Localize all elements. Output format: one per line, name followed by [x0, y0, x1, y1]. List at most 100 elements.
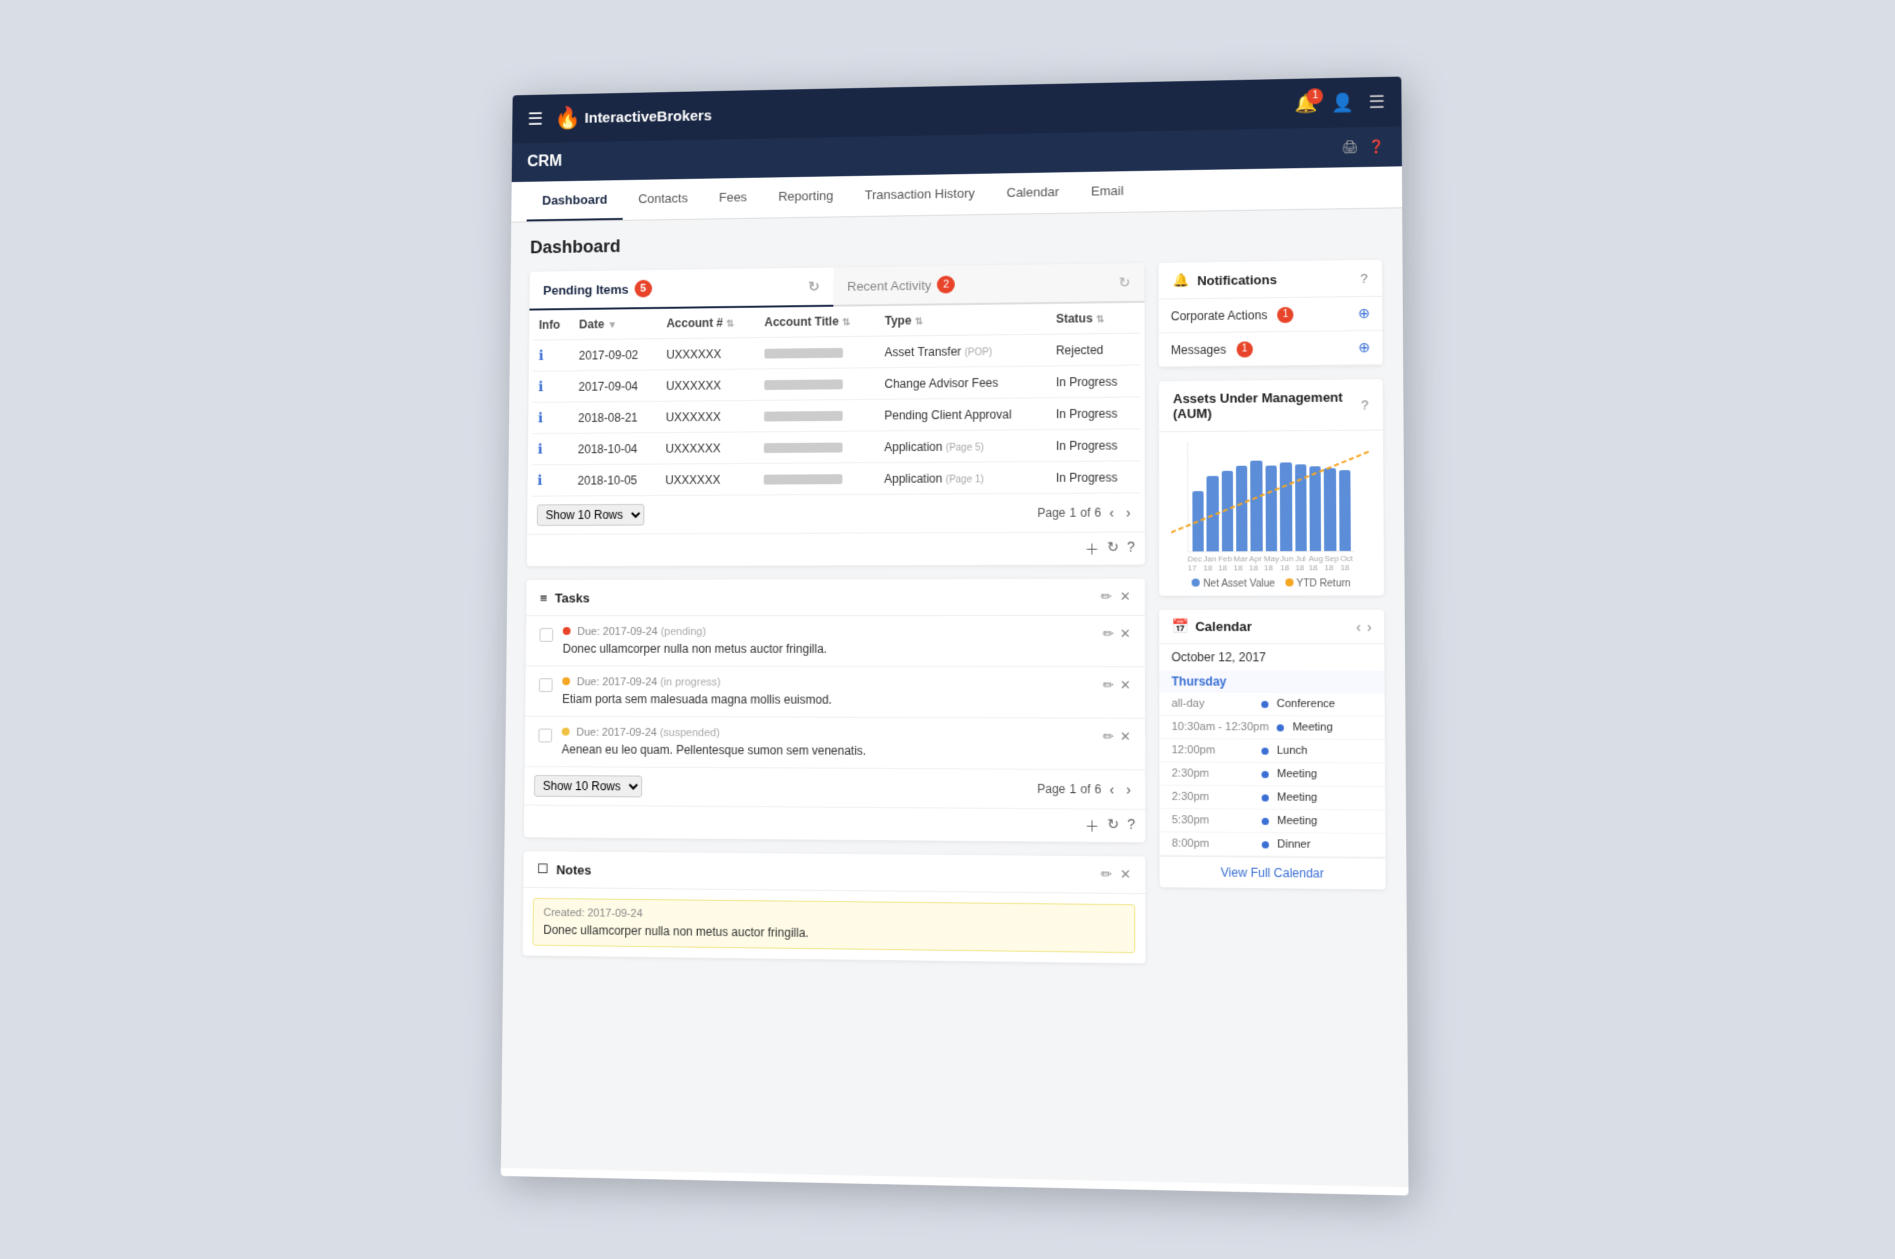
aum-bar-chart — [1187, 440, 1355, 552]
calendar-date: October 12, 2017 — [1159, 644, 1384, 671]
add-icon[interactable]: ＋ — [1084, 538, 1098, 558]
tasks-page-nav: Page 1 of 6 ‹ › — [1037, 778, 1135, 799]
tab-dashboard[interactable]: Dashboard — [526, 180, 622, 221]
tab-email[interactable]: Email — [1075, 170, 1140, 212]
notif-link-icon[interactable]: ⊕ — [1357, 304, 1369, 321]
task-edit-icon[interactable]: ✏ — [1102, 625, 1113, 641]
event-dot — [1261, 700, 1268, 707]
cal-next-icon[interactable]: › — [1366, 618, 1371, 634]
list-item: Due: 2017-09-24 (pending) Donec ullamcor… — [525, 615, 1144, 666]
pending-refresh-icon[interactable]: ↻ — [808, 277, 820, 294]
tab-calendar[interactable]: Calendar — [990, 172, 1074, 214]
task-text: Aenean eu leo quam. Pellentesque sumon s… — [561, 742, 1092, 758]
event-time: 5:30pm — [1171, 814, 1253, 827]
tasks-table-footer: Show 10 Rows Page 1 of 6 ‹ › — [524, 767, 1145, 809]
notifications-icon-btn[interactable]: 🔔 1 — [1294, 92, 1317, 113]
info-icon[interactable]: ℹ — [537, 440, 542, 456]
notifications-header: 🔔 Notifications ? — [1158, 259, 1382, 299]
pending-badge: 5 — [634, 279, 652, 297]
tasks-card: ≡ Tasks ✏ ✕ Due: 2017-09-2 — [523, 578, 1144, 842]
chart-bar — [1250, 460, 1262, 551]
task-checkbox[interactable] — [538, 728, 552, 742]
tab-contacts[interactable]: Contacts — [622, 178, 703, 219]
task-edit-icons: ✏ ✕ — [1102, 625, 1130, 641]
task-due: Due: 2017-09-24 (suspended) — [561, 726, 1092, 740]
task-edit-icon[interactable]: ✏ — [1102, 677, 1113, 693]
recent-refresh-icon[interactable]: ↻ — [1118, 273, 1130, 290]
cal-prev-icon[interactable]: ‹ — [1355, 618, 1360, 634]
refresh-icon[interactable]: ↻ — [1107, 538, 1119, 558]
tasks-page-of: of — [1080, 782, 1090, 796]
list-item: 5:30pm Meeting — [1159, 808, 1385, 833]
menu-icon-btn[interactable]: ☰ — [1368, 91, 1385, 112]
tab-transaction-history[interactable]: Transaction History — [848, 173, 990, 216]
corporate-actions-badge: 1 — [1277, 306, 1293, 322]
task-edit-icon[interactable]: ✏ — [1102, 728, 1113, 744]
next-page-btn[interactable]: › — [1121, 502, 1134, 522]
chart-bar — [1265, 465, 1277, 551]
help-tasks-icon[interactable]: ? — [1127, 815, 1135, 835]
event-time: 12:00pm — [1171, 744, 1253, 757]
pending-table-wrapper: Info Date ▼ Account # ⇅ Account Title ⇅ … — [527, 302, 1144, 496]
add-task-icon[interactable]: ＋ — [1084, 815, 1098, 835]
view-full-calendar-link[interactable]: View Full Calendar — [1159, 855, 1385, 889]
edit-notes-icon[interactable]: ✏ — [1100, 866, 1111, 882]
user-icon-btn[interactable]: 👤 — [1331, 91, 1354, 112]
info-icon[interactable]: ℹ — [538, 378, 543, 394]
list-item: Due: 2017-09-24 (in progress) Etiam port… — [525, 666, 1145, 718]
status-dot-yellow — [561, 727, 569, 735]
edit-icon[interactable]: ✏ — [1100, 588, 1111, 604]
task-delete-icon[interactable]: ✕ — [1119, 625, 1130, 641]
help-aum-icon[interactable]: ? — [1361, 396, 1369, 411]
info-icon[interactable]: ℹ — [537, 409, 542, 425]
tab-pending-items[interactable]: Pending Items 5 ↻ — [529, 267, 833, 310]
tab-recent-activity[interactable]: Recent Activity 2 ↻ — [833, 263, 1144, 307]
tasks-show-rows-select[interactable]: Show 10 Rows — [533, 774, 641, 796]
logo-text: InteractiveBrokers — [584, 107, 711, 126]
logo: 🔥 InteractiveBrokers — [554, 102, 711, 130]
notifications-title: Notifications — [1197, 271, 1277, 287]
table-row: ℹ 2018-10-04 UXXXXXX Application (Page 5… — [531, 428, 1140, 464]
task-due: Due: 2017-09-24 (in progress) — [562, 676, 1092, 689]
col-account[interactable]: Account # ⇅ — [660, 307, 758, 338]
crm-title: CRM — [527, 153, 562, 171]
task-delete-icon[interactable]: ✕ — [1119, 728, 1130, 744]
chart-bar — [1192, 491, 1204, 551]
col-date[interactable]: Date ▼ — [573, 308, 661, 339]
list-item: Corporate Actions 1 ⊕ — [1158, 296, 1382, 333]
close-icon[interactable]: ✕ — [1119, 588, 1130, 604]
help-icon[interactable]: ? — [1126, 538, 1134, 558]
notes-card: ☐ Notes ✏ ✕ Created: 2017-09-24 Donec ul… — [522, 851, 1145, 963]
pending-table: Info Date ▼ Account # ⇅ Account Title ⇅ … — [531, 302, 1140, 496]
info-icon[interactable]: ℹ — [538, 347, 543, 363]
legend-ytd-dot: YTD Return — [1285, 578, 1350, 589]
page-nav: Page 1 of 6 ‹ › — [1037, 502, 1134, 522]
task-checkbox[interactable] — [538, 678, 552, 692]
task-content: Due: 2017-09-24 (suspended) Aenean eu le… — [561, 726, 1092, 758]
task-delete-icon[interactable]: ✕ — [1119, 677, 1130, 693]
hamburger-icon[interactable]: ☰ — [527, 108, 543, 129]
tab-fees[interactable]: Fees — [703, 177, 763, 218]
chart-bar — [1294, 464, 1306, 551]
refresh-tasks-icon[interactable]: ↻ — [1107, 815, 1119, 835]
tasks-next-btn[interactable]: › — [1122, 779, 1135, 799]
help-notif-icon[interactable]: ? — [1360, 270, 1367, 285]
print-icon[interactable]: 🖨 — [1341, 139, 1358, 155]
col-status[interactable]: Status ⇅ — [1049, 302, 1140, 333]
tasks-prev-btn[interactable]: ‹ — [1105, 779, 1118, 799]
col-title[interactable]: Account Title ⇅ — [758, 306, 878, 337]
task-checkbox[interactable] — [539, 628, 553, 642]
task-due: Due: 2017-09-24 (pending) — [562, 625, 1092, 637]
task-text: Etiam porta sem malesuada magna mollis e… — [562, 692, 1093, 707]
messages-link-icon[interactable]: ⊕ — [1358, 339, 1370, 356]
show-rows-select[interactable]: Show 10 Rows — [536, 503, 644, 525]
list-item: Created: 2017-09-24 Donec ullamcorper nu… — [532, 897, 1135, 952]
info-icon[interactable]: ℹ — [537, 472, 542, 488]
prev-page-btn[interactable]: ‹ — [1105, 502, 1118, 522]
help-icon[interactable]: ❓ — [1368, 138, 1385, 154]
notification-badge: 1 — [1307, 87, 1323, 103]
close-notes-icon[interactable]: ✕ — [1120, 866, 1131, 882]
tab-reporting[interactable]: Reporting — [762, 176, 849, 218]
col-type[interactable]: Type ⇅ — [878, 303, 1049, 335]
aum-chart-section: Dec 17Jan 18Feb 18Mar 18Apr 18May 18Jun … — [1158, 430, 1383, 589]
